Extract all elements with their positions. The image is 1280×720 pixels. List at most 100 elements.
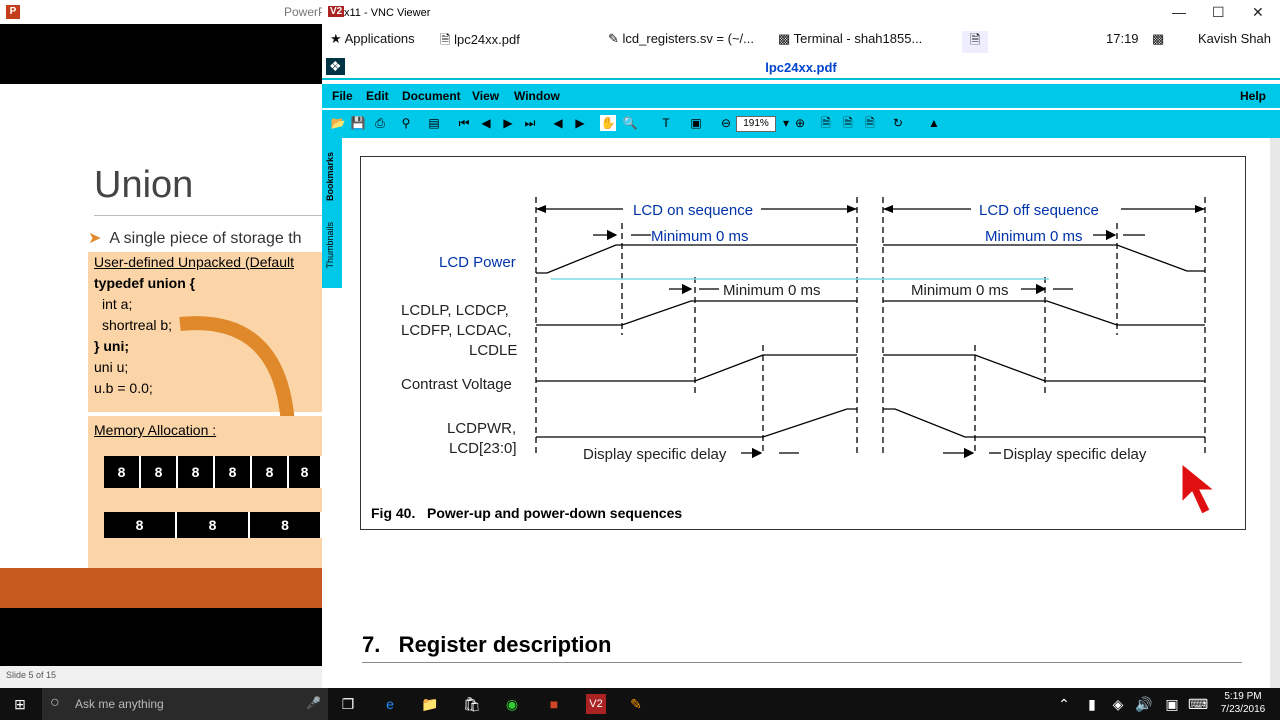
panel-user[interactable]: Kavish Shah [1198, 31, 1271, 46]
print-icon[interactable]: ⎙ [372, 115, 388, 131]
task-terminal[interactable]: ▩ Terminal - shah1855... [778, 31, 922, 47]
toolbar: 📂 💾 ⎙ ⚲ ▤ ⏮ ◀ ▶ ⏭ ◀ ▶ ✋ 🔍 T ▣ ⊖ 191% ▾ ⊕… [322, 110, 1280, 138]
applications-menu[interactable]: ★ Applications [330, 31, 415, 47]
lcd-off-label: LCD off sequence [979, 202, 1099, 219]
app-taskbar-icon[interactable]: ✎ [626, 694, 646, 714]
start-icon[interactable]: ⊞ [10, 694, 30, 714]
zoom-field[interactable]: 191% [736, 116, 776, 132]
wifi-icon[interactable]: ◈ [1108, 694, 1128, 714]
byte-cell: 8 [141, 456, 178, 488]
hand-tool-icon[interactable]: ✋ [600, 115, 616, 131]
powerpoint-taskbar-icon[interactable]: ■ [544, 694, 564, 714]
first-page-icon[interactable]: ⏮ [456, 115, 472, 131]
network-icon: ▩ [1152, 31, 1165, 46]
volume-icon[interactable]: 🔊 [1134, 694, 1154, 714]
min-label-4: Minimum 0 ms [911, 282, 1009, 299]
back-icon[interactable]: ◀ [550, 115, 566, 131]
signal-label: LCDPWR, [447, 420, 516, 437]
open-icon[interactable]: 📂 [330, 115, 346, 131]
signal-label: LCDLP, LCDCP, [401, 302, 509, 319]
find-icon[interactable]: ⚲ [398, 115, 414, 131]
search-box[interactable]: ○ Ask me anything 🎤 [42, 688, 328, 720]
prev-page-icon[interactable]: ◀ [478, 115, 494, 131]
file-explorer-icon[interactable]: 📁 [420, 694, 440, 714]
vnc-titlebar: V2 x11 - VNC Viewer — ☐ ✕ [322, 0, 1280, 26]
zoom-out-icon[interactable]: ⊖ [718, 115, 734, 131]
clock-time: 5:19 PM [1224, 691, 1262, 702]
section-divider [362, 662, 1242, 663]
task-pdf[interactable]: 🗎 lpc24xx.pdf [440, 31, 520, 53]
mic-icon[interactable]: 🎤 [306, 696, 321, 710]
ppt-notes-area [0, 608, 322, 666]
desktop-panel: ★ Applications 🗎 lpc24xx.pdf ✎ lcd_regis… [322, 26, 1280, 54]
powerpoint-window: P PowerP Union ➤ A single piece of storag… [0, 0, 322, 688]
pages-icon[interactable]: ▤ [426, 115, 442, 131]
pdf-document: LCD on sequence LCD off sequence Minimum… [342, 138, 1270, 688]
ppt-status-bar: Slide 5 of 15 [0, 666, 322, 688]
delay-label-1: Display specific delay [583, 446, 727, 463]
menu-view[interactable]: View [472, 89, 499, 103]
side-tabs: Bookmarks Thumbnails [322, 138, 342, 288]
short-cell: 8 [104, 512, 177, 538]
zoom-tool-icon[interactable]: 🔍 [622, 115, 638, 131]
text-select-icon[interactable]: T [658, 115, 674, 131]
slide-title: Union [94, 164, 194, 206]
min-label-1: Minimum 0 ms [651, 228, 749, 245]
timing-diagram: LCD on sequence LCD off sequence Minimum… [401, 197, 1206, 463]
adobe-icon[interactable]: ▲ [926, 115, 942, 131]
last-page-icon[interactable]: ⏭ [522, 115, 538, 131]
task-editor-label: lcd_registers.sv = (~/... [622, 31, 755, 46]
next-page-icon[interactable]: ▶ [500, 115, 516, 131]
task-active-pdf[interactable]: 🗎 [962, 31, 989, 53]
task-pdf-label: lpc24xx.pdf [454, 32, 520, 47]
keyboard-icon[interactable]: ⌨ [1188, 694, 1208, 714]
chrome-icon[interactable]: ◉ [502, 694, 522, 714]
chevron-up-icon[interactable]: ⌃ [1054, 694, 1074, 714]
thumbnails-tab[interactable]: Thumbnails [325, 222, 335, 269]
pdf-titlebar: ❖ lpc24xx.pdf [322, 56, 1280, 80]
taskbar-clock[interactable]: 5:19 PM 7/23/2016 [1210, 690, 1276, 716]
menu-document[interactable]: Document [402, 89, 461, 103]
code-line: shortreal b; [102, 317, 173, 333]
task-terminal-label: Terminal - shah1855... [793, 31, 923, 46]
snapshot-icon[interactable]: ▣ [688, 115, 704, 131]
store-icon[interactable]: 🛍 [462, 694, 482, 714]
menu-window[interactable]: Window [514, 89, 560, 103]
rotate-icon[interactable]: ↻ [890, 115, 906, 131]
actual-size-icon[interactable]: 🗎 [818, 115, 834, 131]
task-editor[interactable]: ✎ lcd_registers.sv = (~/... [608, 31, 754, 47]
code-header: User-defined Unpacked (Default [94, 254, 294, 270]
forward-icon[interactable]: ▶ [572, 115, 588, 131]
memory-title: Memory Allocation : [94, 422, 217, 438]
min-label-3: Minimum 0 ms [723, 282, 821, 299]
menu-file[interactable]: File [332, 89, 353, 103]
battery-icon[interactable]: ▮ [1082, 694, 1102, 714]
taskbar: ⊞ ○ Ask me anything 🎤 ❐ e 📁 🛍 ◉ ■ V2 ✎ ⌃… [0, 688, 1280, 720]
slide-bullet: ➤ A single piece of storage th [88, 228, 302, 248]
save-icon[interactable]: 💾 [350, 115, 366, 131]
menu-edit[interactable]: Edit [366, 89, 389, 103]
maximize-icon[interactable]: ☐ [1212, 4, 1225, 21]
lcd-on-label: LCD on sequence [633, 202, 753, 219]
close-icon[interactable]: ✕ [1252, 4, 1264, 21]
delay-label-2: Display specific delay [1003, 446, 1147, 463]
zoom-in-icon[interactable]: ⊕ [792, 115, 808, 131]
vnc-taskbar-icon[interactable]: V2 [586, 694, 606, 714]
signal-label: Contrast Voltage [401, 376, 512, 393]
slide-divider [94, 215, 322, 216]
task-view-icon[interactable]: ❐ [338, 694, 358, 714]
min-label-2: Minimum 0 ms [985, 228, 1083, 245]
byte-cell: 8 [104, 456, 141, 488]
fit-page-icon[interactable]: 🗎 [840, 115, 856, 131]
vnc-title-text: x11 - VNC Viewer [344, 7, 431, 19]
slide-footer-bar [0, 568, 322, 608]
notifications-icon[interactable]: ▣ [1162, 694, 1182, 714]
vertical-scrollbar[interactable] [1270, 138, 1280, 688]
minimize-icon[interactable]: — [1172, 4, 1186, 20]
code-line: } uni; [94, 338, 129, 354]
ppt-ribbon-area [0, 24, 322, 84]
edge-icon[interactable]: e [380, 694, 400, 714]
bookmarks-tab[interactable]: Bookmarks [325, 152, 335, 201]
menu-help[interactable]: Help [1240, 89, 1266, 103]
fit-width-icon[interactable]: 🗎 [862, 115, 878, 131]
